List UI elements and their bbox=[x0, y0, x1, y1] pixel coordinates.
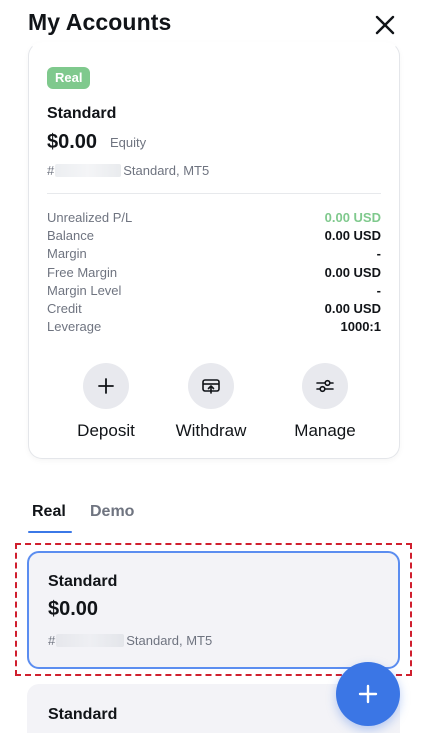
list-account-id-row: # Standard, MT5 bbox=[48, 633, 212, 648]
manage-icon-circle bbox=[302, 363, 348, 409]
stat-label: Balance bbox=[47, 228, 94, 244]
redacted-account-number bbox=[55, 164, 122, 177]
my-accounts-screen: My Accounts Real Standard $0.00 Equity #… bbox=[0, 0, 427, 733]
manage-label: Manage bbox=[294, 421, 356, 440]
stat-row: Balance 0.00 USD bbox=[47, 227, 381, 245]
stat-value: - bbox=[376, 282, 381, 298]
stat-value: - bbox=[376, 246, 381, 262]
close-icon bbox=[375, 15, 395, 35]
list-account-name: Standard bbox=[48, 706, 118, 723]
balance-suffix: Equity bbox=[110, 135, 147, 150]
active-tab-indicator bbox=[28, 531, 72, 533]
stat-row: Margin Level - bbox=[47, 282, 381, 300]
stat-label: Margin Level bbox=[47, 282, 122, 298]
tab-demo[interactable]: Demo bbox=[90, 503, 134, 521]
plus-icon bbox=[358, 684, 378, 704]
list-account-name: Standard bbox=[48, 573, 118, 590]
list-account-id-suffix: Standard, MT5 bbox=[126, 633, 213, 648]
deposit-button[interactable]: Deposit bbox=[56, 363, 156, 441]
withdraw-icon-circle bbox=[188, 363, 234, 409]
stat-row: Free Margin 0.00 USD bbox=[47, 264, 381, 282]
manage-button[interactable]: Manage bbox=[275, 363, 375, 441]
divider bbox=[47, 193, 381, 194]
withdraw-label: Withdraw bbox=[175, 421, 247, 440]
deposit-label: Deposit bbox=[77, 421, 135, 440]
sliders-icon bbox=[316, 379, 334, 393]
add-account-button[interactable] bbox=[336, 662, 400, 726]
stat-row: Unrealized P/L 0.00 USD bbox=[47, 209, 381, 227]
deposit-icon-circle bbox=[83, 363, 129, 409]
close-button[interactable] bbox=[372, 12, 398, 38]
account-type-tabs: Real Demo bbox=[28, 503, 228, 533]
stat-value: 0.00 USD bbox=[324, 264, 381, 280]
account-name: Standard bbox=[47, 105, 117, 122]
account-list-item[interactable]: Standard $0.00 # Standard, MT5 bbox=[27, 551, 400, 669]
stat-row: Margin - bbox=[47, 245, 381, 263]
stat-label: Margin bbox=[47, 246, 87, 262]
stat-label: Unrealized P/L bbox=[47, 210, 133, 225]
stat-value: 0.00 USD bbox=[324, 228, 381, 244]
redacted-account-number bbox=[56, 634, 125, 647]
account-id-row: # Standard, MT5 bbox=[47, 163, 209, 178]
account-actions: Deposit Withdraw Manage bbox=[29, 363, 401, 443]
stat-label: Leverage bbox=[47, 319, 102, 335]
account-balance: $0.00 bbox=[47, 131, 98, 153]
stat-value: 0.00 USD bbox=[324, 300, 381, 316]
list-account-balance: $0.00 bbox=[48, 598, 99, 620]
withdraw-button[interactable]: Withdraw bbox=[161, 363, 261, 441]
account-id-prefix: # bbox=[47, 163, 55, 178]
stat-row: Leverage 1000:1 bbox=[47, 318, 381, 336]
plus-icon bbox=[98, 378, 114, 394]
tab-real[interactable]: Real bbox=[32, 503, 66, 521]
withdraw-icon bbox=[202, 379, 220, 394]
stat-value: 0.00 USD bbox=[324, 210, 381, 225]
account-stats: Unrealized P/L 0.00 USD Balance 0.00 USD… bbox=[47, 209, 381, 336]
list-account-id-prefix: # bbox=[48, 633, 56, 648]
stat-label: Free Margin bbox=[47, 264, 118, 280]
stat-label: Credit bbox=[47, 300, 82, 316]
account-details-card: Real Standard $0.00 Equity # Standard, M… bbox=[28, 42, 400, 459]
account-id-suffix: Standard, MT5 bbox=[123, 163, 210, 178]
stat-row: Credit 0.00 USD bbox=[47, 300, 381, 318]
page-title: My Accounts bbox=[28, 9, 172, 35]
stat-value: 1000:1 bbox=[340, 319, 381, 335]
account-type-badge: Real bbox=[47, 67, 91, 89]
